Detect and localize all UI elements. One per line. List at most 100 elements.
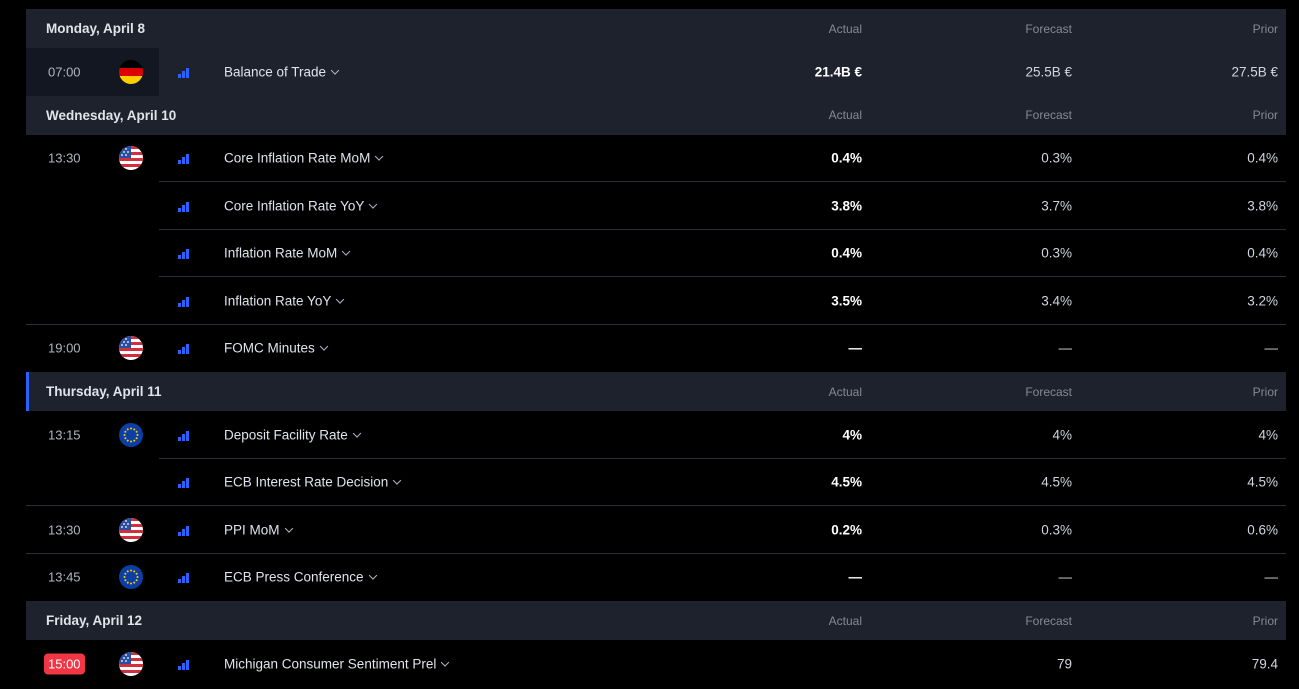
event-row[interactable]: 13:30 PPI MoM 0.2% 0.3% 0.6%: [26, 506, 1286, 554]
live-time-badge: 15:00: [44, 653, 85, 675]
event-actual-value: —: [848, 569, 863, 585]
day-header: Thursday, April 11 Actual Forecast Prior: [26, 372, 1286, 411]
column-header-prior: Prior: [1252, 21, 1278, 36]
event-name[interactable]: FOMC Minutes: [224, 340, 329, 356]
column-header-actual: Actual: [828, 21, 862, 36]
event-name[interactable]: Inflation Rate YoY: [224, 293, 345, 308]
event-row[interactable]: 13:15 Deposit Facility Rate 4% 4% 4%: [26, 411, 1286, 459]
event-name[interactable]: Inflation Rate MoM: [224, 245, 351, 261]
column-header-actual: Actual: [828, 384, 862, 399]
event-actual-value: —: [848, 340, 863, 356]
event-time: 13:45: [48, 569, 81, 585]
event-actual-value: 0.2%: [831, 522, 862, 538]
chevron-down-icon[interactable]: [368, 571, 377, 580]
event-prior-value: —: [1264, 340, 1279, 356]
event-row[interactable]: 07:00 Balance of Trade 21.4B € 25.5B € 27.5B…: [26, 48, 1286, 96]
event-row[interactable]: 13:45 ECB Press Conference — — —: [26, 554, 1286, 602]
event-forecast-value: 3.7%: [1041, 198, 1072, 214]
column-header-prior: Prior: [1252, 108, 1278, 122]
importance-bars-icon: [178, 296, 190, 307]
importance-bars-icon: [178, 430, 190, 441]
event-row[interactable]: ECB Interest Rate Decision 4.5% 4.5% 4.5%: [26, 459, 1286, 506]
event-row[interactable]: 19:00 FOMC Minutes — — —: [26, 325, 1286, 373]
chevron-down-icon[interactable]: [375, 152, 384, 161]
event-name-label: ECB Press Conference: [224, 569, 364, 585]
event-name[interactable]: Balance of Trade: [224, 64, 340, 80]
event-row[interactable]: Inflation Rate YoY 3.5% 3.4% 3.2%: [26, 277, 1286, 325]
day-title: Friday, April 12: [46, 613, 143, 628]
event-forecast-value: 79: [1056, 656, 1072, 672]
event-time: 19:00: [48, 340, 81, 356]
column-header-forecast: Forecast: [1025, 108, 1072, 122]
event-row[interactable]: Core Inflation Rate YoY 3.8% 3.7% 3.8%: [26, 182, 1286, 230]
event-name[interactable]: Michigan Consumer Sentiment Prel: [224, 656, 450, 671]
event-actual-value: 0.4%: [831, 150, 862, 166]
column-header-forecast: Forecast: [1025, 21, 1072, 36]
column-header-prior: Prior: [1252, 613, 1278, 628]
event-forecast-value: 4.5%: [1041, 474, 1072, 490]
event-name[interactable]: Core Inflation Rate YoY: [224, 198, 378, 214]
chevron-down-icon[interactable]: [319, 342, 329, 351]
column-header-actual: Actual: [828, 613, 862, 628]
importance-bars-icon: [178, 67, 190, 78]
event-prior-value: 79.4: [1251, 656, 1278, 672]
chevron-down-icon[interactable]: [284, 524, 293, 533]
event-row[interactable]: Inflation Rate MoM 0.4% 0.3% 0.4%: [26, 230, 1286, 277]
event-name-label: Inflation Rate MoM: [224, 245, 338, 261]
event-actual-value: 4%: [842, 427, 862, 443]
event-forecast-value: 25.5B €: [1025, 64, 1072, 80]
event-actual-value: 3.5%: [831, 293, 862, 309]
importance-bars-icon: [178, 659, 190, 670]
importance-bars-icon: [178, 573, 190, 584]
event-actual-value: 0.4%: [831, 245, 862, 261]
event-forecast-value: 4%: [1052, 427, 1072, 443]
event-row[interactable]: 13:30 Core Inflation Rate MoM 0.4% 0.3% 0.4%: [26, 135, 1286, 182]
event-prior-value: 0.6%: [1247, 522, 1278, 538]
event-forecast-value: —: [1058, 569, 1073, 585]
event-prior-value: 0.4%: [1247, 150, 1278, 166]
chevron-down-icon[interactable]: [342, 247, 351, 256]
event-time: 13:30: [48, 522, 81, 538]
event-name-label: Balance of Trade: [224, 64, 327, 80]
event-name[interactable]: ECB Press Conference: [224, 569, 377, 585]
chevron-down-icon[interactable]: [369, 200, 378, 209]
importance-bars-icon: [178, 344, 190, 355]
event-prior-value: 3.8%: [1247, 198, 1278, 214]
chevron-down-icon[interactable]: [441, 658, 450, 667]
event-forecast-value: 3.4%: [1041, 293, 1072, 309]
day-header: Monday, April 8 Actual Forecast Prior: [26, 9, 1286, 48]
day-title: Thursday, April 11: [46, 384, 162, 399]
event-prior-value: 27.5B €: [1231, 64, 1278, 80]
event-time: 13:15: [48, 427, 81, 443]
event-prior-value: —: [1264, 569, 1279, 585]
event-name-label: FOMC Minutes: [224, 340, 315, 356]
day-header: Wednesday, April 10 Actual Forecast Prior: [26, 95, 1286, 135]
event-prior-value: 4%: [1258, 427, 1278, 443]
chevron-down-icon[interactable]: [393, 476, 402, 485]
chevron-down-icon[interactable]: [336, 295, 345, 304]
event-prior-value: 0.4%: [1247, 245, 1278, 261]
event-forecast-value: 0.3%: [1041, 150, 1072, 166]
chevron-down-icon[interactable]: [352, 429, 362, 438]
germany-flag-icon: [119, 59, 143, 84]
event-name[interactable]: ECB Interest Rate Decision: [224, 474, 402, 490]
event-name[interactable]: PPI MoM: [224, 522, 293, 537]
usa-flag-icon: [119, 651, 143, 676]
importance-bars-icon: [178, 525, 190, 536]
event-name[interactable]: Deposit Facility Rate: [224, 427, 362, 442]
column-header-forecast: Forecast: [1025, 384, 1072, 399]
usa-flag-icon: [119, 517, 143, 542]
chevron-down-icon[interactable]: [330, 66, 340, 75]
column-header-prior: Prior: [1252, 384, 1278, 399]
importance-bars-icon: [178, 154, 190, 165]
event-row[interactable]: 15:00 Michigan Consumer Sentiment Prel 79 7…: [26, 640, 1286, 688]
event-name-label: Core Inflation Rate YoY: [224, 198, 365, 214]
event-actual-value: 21.4B €: [814, 64, 862, 80]
usa-flag-icon: [119, 146, 143, 171]
column-header-actual: Actual: [828, 108, 862, 122]
event-name-label: ECB Interest Rate Decision: [224, 474, 389, 490]
eu-flag-icon: [119, 565, 143, 590]
day-header: Friday, April 12 Actual Forecast Prior: [26, 601, 1286, 640]
event-forecast-value: 0.3%: [1041, 522, 1072, 538]
event-name[interactable]: Core Inflation Rate MoM: [224, 151, 384, 166]
